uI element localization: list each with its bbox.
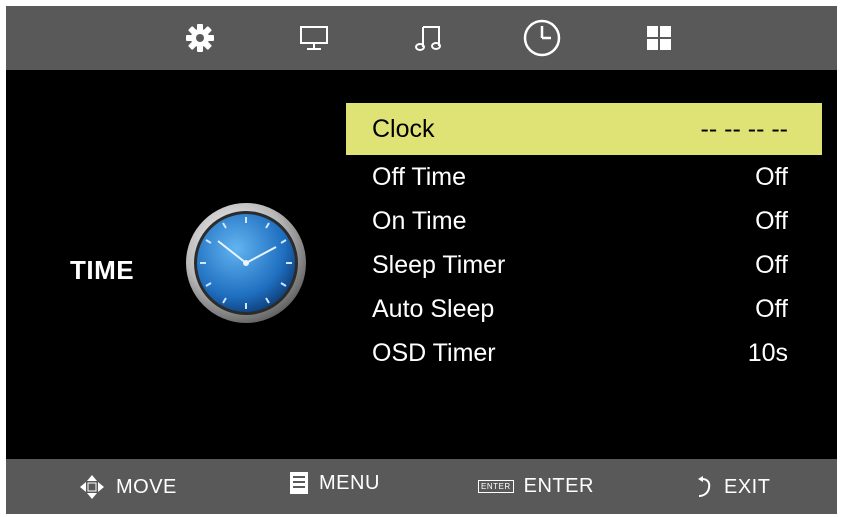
menu-item-value: Off xyxy=(755,207,788,235)
monitor-icon[interactable] xyxy=(294,18,334,58)
analog-clock-icon xyxy=(184,201,308,325)
hint-menu: MENU xyxy=(289,471,380,495)
music-note-icon[interactable] xyxy=(409,18,449,58)
menu-item-value: 10s xyxy=(747,339,788,367)
menu-item-clock[interactable]: Clock -- -- -- -- xyxy=(346,103,822,155)
menu-item-label: OSD Timer xyxy=(372,339,496,367)
hint-menu-label: MENU xyxy=(319,471,380,494)
hint-move: MOVE xyxy=(78,473,177,501)
hint-move-label: MOVE xyxy=(116,475,177,498)
enter-key-label: ENTER xyxy=(478,480,514,493)
hint-enter: ENTER ENTER xyxy=(478,475,594,498)
hint-exit-label: EXIT xyxy=(724,475,771,498)
menu-item-label: Off Time xyxy=(372,163,467,191)
menu-list-icon xyxy=(289,471,309,495)
return-arrow-icon xyxy=(694,475,714,499)
menu-item-label: Auto Sleep xyxy=(372,295,495,323)
menu-tab-bar xyxy=(6,6,837,70)
menu-item-value: -- -- -- -- xyxy=(700,115,788,143)
menu-item-off-time[interactable]: Off Time Off xyxy=(346,155,822,199)
menu-item-label: Clock xyxy=(372,115,435,143)
menu-item-osd-timer[interactable]: OSD Timer 10s xyxy=(346,331,822,375)
menu-item-value: Off xyxy=(755,295,788,323)
move-arrows-icon xyxy=(78,473,106,501)
osd-window: TIME Clock -- -- -- -- Off Time Off On T… xyxy=(6,6,837,514)
time-menu-panel: TIME Clock -- -- -- -- Off Time Off On T… xyxy=(6,70,837,459)
grid-icon[interactable] xyxy=(639,18,679,58)
enter-key-icon: ENTER xyxy=(478,480,514,493)
menu-item-auto-sleep[interactable]: Auto Sleep Off xyxy=(346,287,822,331)
hint-enter-label: ENTER xyxy=(523,475,594,497)
menu-item-value: Off xyxy=(755,163,788,191)
key-hint-bar: MOVE MENU ENTER ENTER EXIT xyxy=(6,459,837,514)
section-title: TIME xyxy=(70,255,135,285)
menu-item-on-time[interactable]: On Time Off xyxy=(346,199,822,243)
hint-exit: EXIT xyxy=(694,475,770,499)
clock-icon[interactable] xyxy=(522,18,562,58)
menu-item-sleep-timer[interactable]: Sleep Timer Off xyxy=(346,243,822,287)
settings-gear-icon[interactable] xyxy=(180,18,220,58)
menu-item-label: On Time xyxy=(372,207,467,235)
time-settings-list: Clock -- -- -- -- Off Time Off On Time O… xyxy=(346,103,822,375)
menu-item-value: Off xyxy=(755,251,788,279)
menu-item-label: Sleep Timer xyxy=(372,251,506,279)
